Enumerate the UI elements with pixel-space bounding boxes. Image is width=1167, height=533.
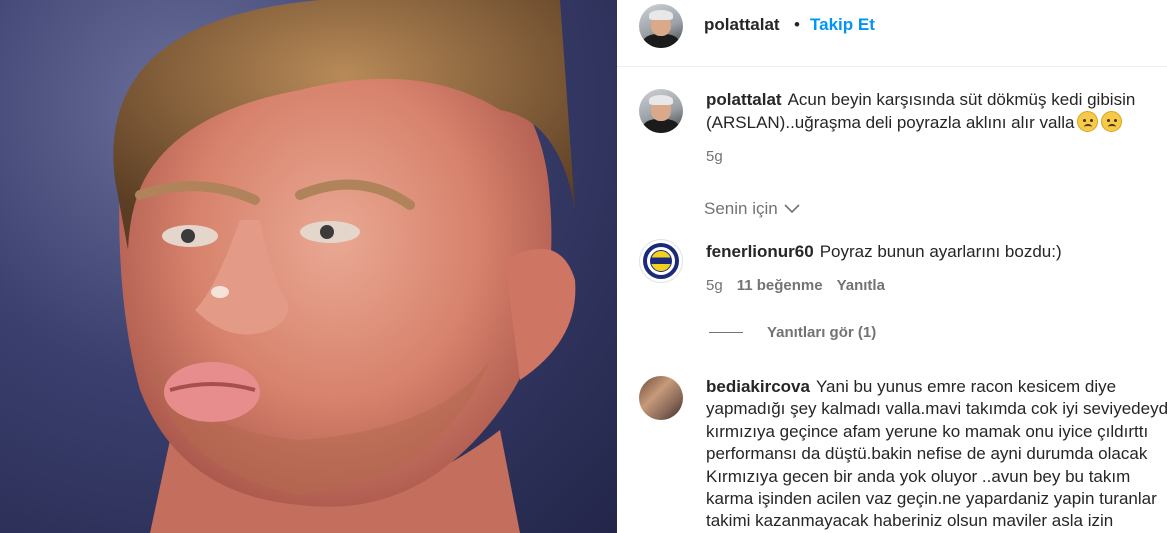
caption-avatar[interactable] xyxy=(639,89,683,133)
comment-text-line: Kırmızıya gecen bir anda yok oluyor ..av… xyxy=(706,466,1131,486)
view-replies-button[interactable]: Yanıtları gör (1) xyxy=(709,324,876,341)
fenerbahce-avatar[interactable] xyxy=(639,239,683,283)
post-header: polattalat • Takip Et xyxy=(617,0,1167,67)
caption-username[interactable]: polattalat xyxy=(706,90,782,109)
caption-body: polattalat Acun beyin karşısında süt dökm… xyxy=(706,89,1167,134)
comment-text-line: kırmızıya geçince afam yerune ko mamak o… xyxy=(706,421,1149,441)
comment-text-line: yapmadığı şey kalmadı valla.mavi takımda… xyxy=(706,399,1167,419)
view-replies-label: Yanıtları gör (1) xyxy=(767,324,877,341)
comment-time: 5g xyxy=(706,277,723,294)
comment-sort-label: Senin için xyxy=(704,199,778,218)
author-avatar[interactable] xyxy=(639,4,683,48)
comment-likes[interactable]: 11 beğenme xyxy=(737,277,823,294)
follow-button[interactable]: Takip Et xyxy=(810,15,875,35)
face-photo-illustration xyxy=(113,0,576,533)
replies-divider xyxy=(709,332,743,333)
comment-text-line: Yani bu yunus emre racon kesicem diye xyxy=(815,377,1117,396)
caption-time: 5g xyxy=(706,148,723,165)
reply-button[interactable]: Yanıtla xyxy=(837,277,885,294)
comment-body: bediakircova Yani bu yunus emre racon kes… xyxy=(706,376,1167,533)
post-media-photo[interactable] xyxy=(0,0,617,533)
comment-text-line: karma işinden acilen vaz geçin.ne yapard… xyxy=(706,489,1157,509)
sad-face-emoji-icon xyxy=(1101,111,1123,132)
caption-meta: 5g xyxy=(706,148,723,165)
comment-username[interactable]: bediakircova xyxy=(706,377,810,396)
commenter-avatar[interactable] xyxy=(639,376,683,420)
caption-text-line2: (ARSLAN)..uğraşma deli poyrazla aklını a… xyxy=(706,113,1075,132)
comment-sort-dropdown[interactable]: Senin için xyxy=(704,199,800,219)
author-username[interactable]: polattalat xyxy=(704,15,780,35)
comment-username[interactable]: fenerlionur60 xyxy=(706,242,814,261)
sad-face-emoji-icon xyxy=(1077,111,1099,132)
comment-meta: 5g 11 beğenme Yanıtla xyxy=(706,277,885,294)
comment-text-line: takimi kazanmayacak haberiniz olsun mavi… xyxy=(706,511,1114,531)
separator-dot: • xyxy=(794,15,800,34)
chevron-down-icon xyxy=(784,204,800,214)
comment-text: Poyraz bunun ayarlarını bozdu:) xyxy=(819,242,1062,261)
caption-text-line1: Acun beyin karşısında süt dökmüş kedi gi… xyxy=(787,90,1136,109)
comments-panel: polattalat • Takip Et polattalat Acun bey… xyxy=(617,0,1167,533)
comment-text-line: performansı da düştü.bakin nefise de ayn… xyxy=(706,444,1148,464)
comment-body: fenerlionur60 Poyraz bunun ayarlarını boz… xyxy=(706,241,1167,263)
